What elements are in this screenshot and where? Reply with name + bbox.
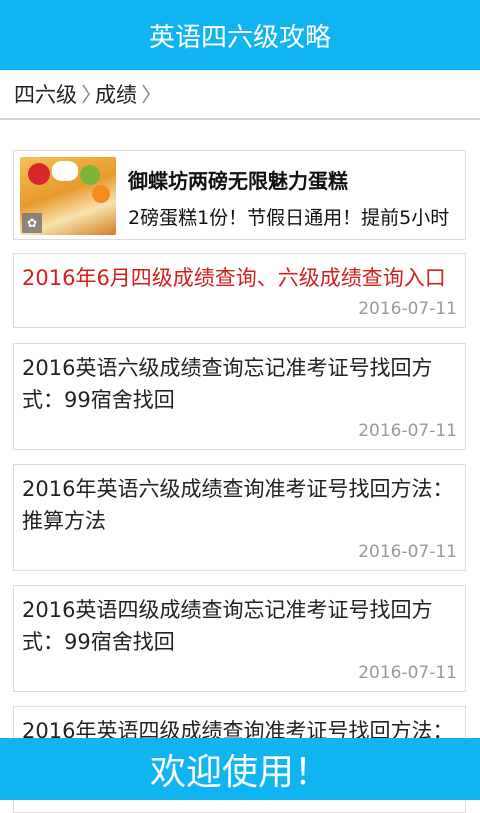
article-item[interactable]: 2016英语四级成绩查询忘记准考证号找回方式：99宿舍找回 2016-07-11 xyxy=(13,585,466,692)
welcome-banner[interactable]: 欢迎使用！ xyxy=(0,738,480,800)
ad-description: 2磅蛋糕1份！节假日通用！提前5小时 xyxy=(128,207,450,229)
breadcrumb-item-score[interactable]: 成绩 xyxy=(95,79,137,109)
ad-banner[interactable]: ✿ 御蝶坊两磅无限魅力蛋糕 2磅蛋糕1份！节假日通用！提前5小时 xyxy=(13,150,466,240)
article-date: 2016-07-11 xyxy=(358,663,457,683)
article-item[interactable]: 2016年6月四级成绩查询、六级成绩查询入口 2016-07-11 xyxy=(13,253,466,328)
page-title: 英语四六级攻略 xyxy=(148,22,331,53)
article-title: 2016年英语六级成绩查询准考证号找回方法：推算方法 xyxy=(22,477,454,533)
article-date: 2016-07-11 xyxy=(358,542,457,562)
article-title: 2016年6月四级成绩查询、六级成绩查询入口 xyxy=(22,266,446,290)
welcome-text: 欢迎使用！ xyxy=(149,752,330,793)
article-date: 2016-07-11 xyxy=(358,421,457,441)
paw-icon: ✿ xyxy=(22,213,42,233)
article-date: 2016-07-11 xyxy=(358,299,457,319)
chevron-right-icon xyxy=(81,83,91,105)
article-title: 2016英语四级成绩查询忘记准考证号找回方式：99宿舍找回 xyxy=(22,598,433,654)
chevron-right-icon xyxy=(141,83,151,105)
cake-image: ✿ xyxy=(20,157,116,235)
breadcrumb-item-cet[interactable]: 四六级 xyxy=(14,79,77,109)
article-title: 2016英语六级成绩查询忘记准考证号找回方式：99宿舍找回 xyxy=(22,356,433,412)
article-item[interactable]: 2016英语六级成绩查询忘记准考证号找回方式：99宿舍找回 2016-07-11 xyxy=(13,343,466,450)
app-header: 英语四六级攻略 xyxy=(0,0,480,70)
article-item[interactable]: 2016年英语六级成绩查询准考证号找回方法：推算方法 2016-07-11 xyxy=(13,464,466,571)
ad-title: 御蝶坊两磅无限魅力蛋糕 xyxy=(128,169,348,193)
breadcrumb: 四六级 成绩 xyxy=(0,70,480,120)
